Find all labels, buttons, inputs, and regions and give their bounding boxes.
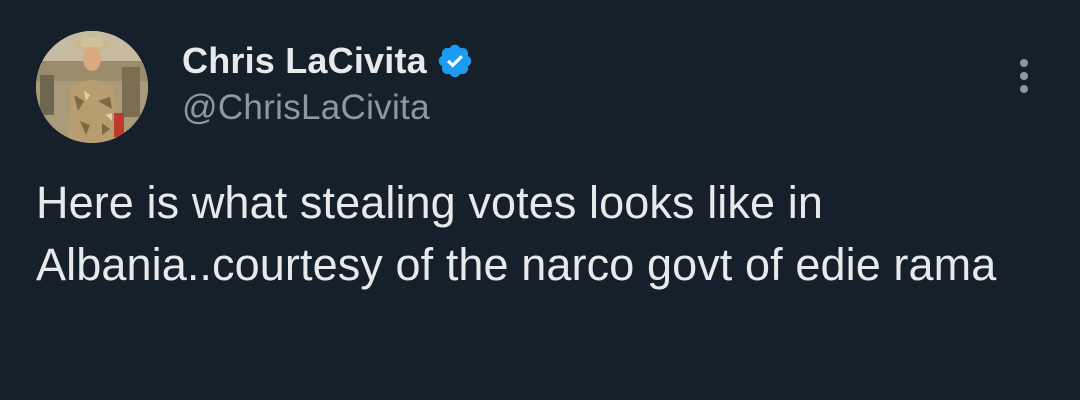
more-options-button[interactable]: [1004, 56, 1044, 96]
avatar-photo-icon: [36, 31, 148, 143]
author-handle[interactable]: @ChrisLaCivita: [182, 88, 430, 128]
more-vertical-icon-dot: [1020, 72, 1028, 80]
more-vertical-icon: [1020, 59, 1028, 67]
more-vertical-icon-dot: [1020, 85, 1028, 93]
tweet-card: Chris LaCivita @ChrisLaCivita Here is wh…: [0, 0, 1080, 400]
author-display-name[interactable]: Chris LaCivita: [182, 40, 427, 82]
author-name-row: Chris LaCivita: [182, 37, 474, 85]
tweet-text: Here is what stealing votes looks like i…: [36, 177, 997, 290]
verified-badge-icon: [436, 42, 474, 80]
avatar[interactable]: [36, 31, 148, 143]
